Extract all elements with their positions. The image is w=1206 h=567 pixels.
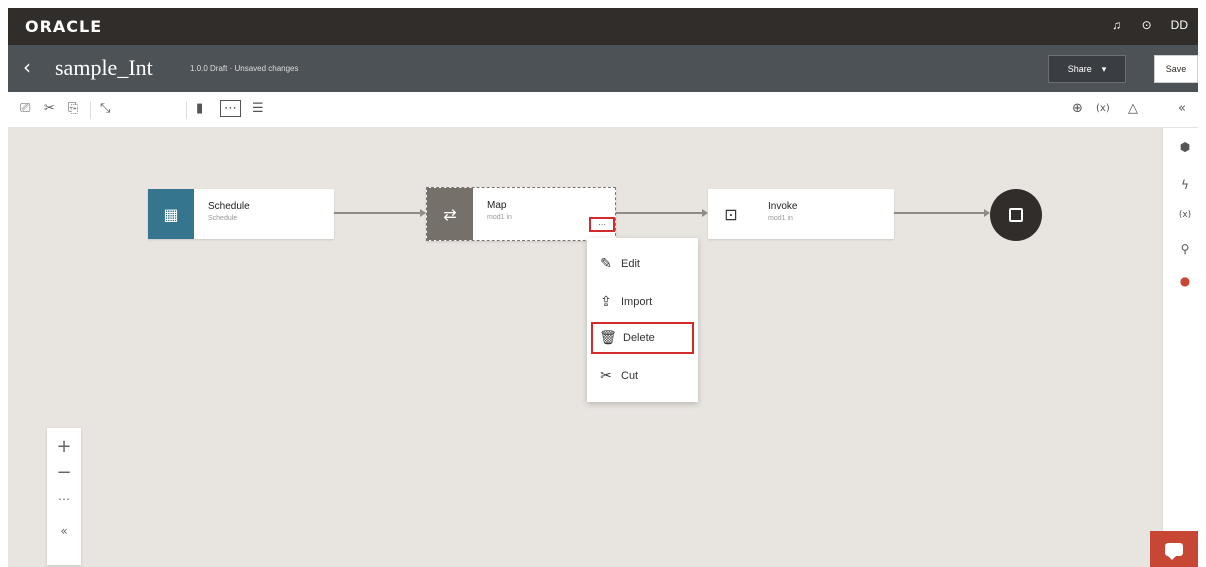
zoom-out-icon[interactable]: − [47, 462, 81, 483]
menu-item-edit[interactable]: ✎ Edit [591, 248, 694, 280]
zoom-in-icon[interactable]: + [47, 436, 81, 457]
collapse-panel-icon[interactable]: « [1178, 101, 1186, 116]
settings-icon[interactable]: ⬢ [1163, 140, 1206, 154]
end-node[interactable] [990, 189, 1042, 241]
page-title: sample_Int [55, 55, 153, 80]
map-node[interactable]: ⇄ Map mod1 in [426, 187, 616, 241]
invoke-icon: ⊡ [708, 189, 754, 239]
integrations-icon[interactable]: ● [1163, 274, 1206, 288]
toolbar-divider [90, 101, 91, 119]
menu-item-label: Import [621, 296, 653, 308]
cut-icon[interactable]: ✂ [44, 101, 55, 116]
oracle-logo[interactable]: ORACLE [25, 17, 102, 36]
menu-item-label: Edit [621, 258, 640, 270]
menu-item-label: Cut [621, 370, 639, 382]
canvas-toolbar: ⎚ ✂ ⎘ ⤡ ▮ ⋯ ☰ ⊕ (x) △ « [8, 92, 1198, 128]
menu-item-cut[interactable]: ✂ Cut [591, 360, 694, 392]
chevron-down-icon: ▾ [1101, 63, 1107, 74]
menu-item-label: Delete [623, 332, 655, 344]
variables-icon[interactable]: (x) [1096, 103, 1110, 114]
vertical-layout-icon[interactable]: ▮ [196, 101, 203, 116]
header-icons: ♫ ⊙ DD [1111, 18, 1188, 32]
upload-icon: ⇪ [600, 294, 612, 310]
warning-icon[interactable]: △ [1128, 101, 1138, 116]
pseudo-view-icon[interactable]: ☰ [252, 101, 264, 116]
map-icon: ⇄ [427, 188, 473, 240]
globe-icon[interactable]: ⊕ [1072, 101, 1083, 116]
integration-title-bar: ‹ sample_Int 1.0.0 Draft · Unsaved chang… [8, 45, 1198, 92]
global-header: ORACLE ♫ ⊙ DD [8, 8, 1198, 45]
node-name: Map [487, 200, 507, 211]
menu-item-import[interactable]: ⇪ Import [591, 286, 694, 318]
save-icon[interactable]: ⎚ [20, 101, 30, 116]
node-name: Schedule [208, 201, 250, 212]
back-icon[interactable]: ‹ [23, 55, 31, 79]
horizontal-layout-icon[interactable]: ⋯ [220, 100, 241, 117]
flow-connector [894, 212, 986, 214]
right-rail: ⬢ ϟ (x) ⚲ ● [1162, 128, 1206, 567]
node-actions-button[interactable]: ⋯ [589, 217, 615, 232]
schedule-node[interactable]: ▦ Schedule Schedule [148, 189, 334, 239]
user-avatar[interactable]: DD [1171, 18, 1188, 32]
notifications-icon[interactable]: ♫ [1111, 18, 1123, 32]
version-status: 1.0.0 Draft · Unsaved changes [190, 64, 299, 73]
chat-icon [1165, 542, 1183, 560]
node-subtitle: mod1 in [487, 214, 512, 221]
menu-item-delete[interactable]: 🗑 Delete [591, 322, 694, 354]
scissors-icon: ✂ [600, 368, 612, 384]
flow-connector [334, 212, 422, 214]
chat-button[interactable] [1150, 531, 1198, 567]
calendar-icon: ▦ [148, 189, 194, 239]
paste-icon[interactable]: ⎘ [68, 101, 78, 116]
toolbar-divider [186, 101, 187, 119]
collapse-zoom-icon[interactable]: « [47, 524, 81, 538]
share-label: Share [1067, 64, 1092, 74]
variables-rail-icon[interactable]: (x) [1163, 210, 1206, 220]
pencil-icon: ✎ [600, 256, 612, 272]
lightning-icon[interactable]: ϟ [1163, 178, 1206, 192]
flow-connector [616, 212, 704, 214]
trash-icon: 🗑 [599, 330, 617, 346]
stop-icon [1009, 208, 1023, 222]
node-context-menu: ✎ Edit ⇪ Import 🗑 Delete ✂ Cut [587, 238, 698, 402]
invoke-node[interactable]: ⊡ Invoke mod1 in [708, 189, 894, 239]
zoom-controls: + − ⋯ « [47, 428, 81, 565]
save-button[interactable]: Save [1154, 55, 1198, 83]
search-icon[interactable]: ⚲ [1163, 242, 1206, 256]
collapse-icon[interactable]: ⤡ [100, 101, 110, 116]
node-subtitle: mod1 in [768, 215, 793, 222]
node-name: Invoke [768, 201, 798, 212]
node-subtitle: Schedule [208, 215, 238, 222]
help-icon[interactable]: ⊙ [1141, 18, 1153, 32]
share-button[interactable]: Share ▾ [1048, 55, 1126, 83]
fit-icon[interactable]: ⋯ [47, 492, 81, 506]
